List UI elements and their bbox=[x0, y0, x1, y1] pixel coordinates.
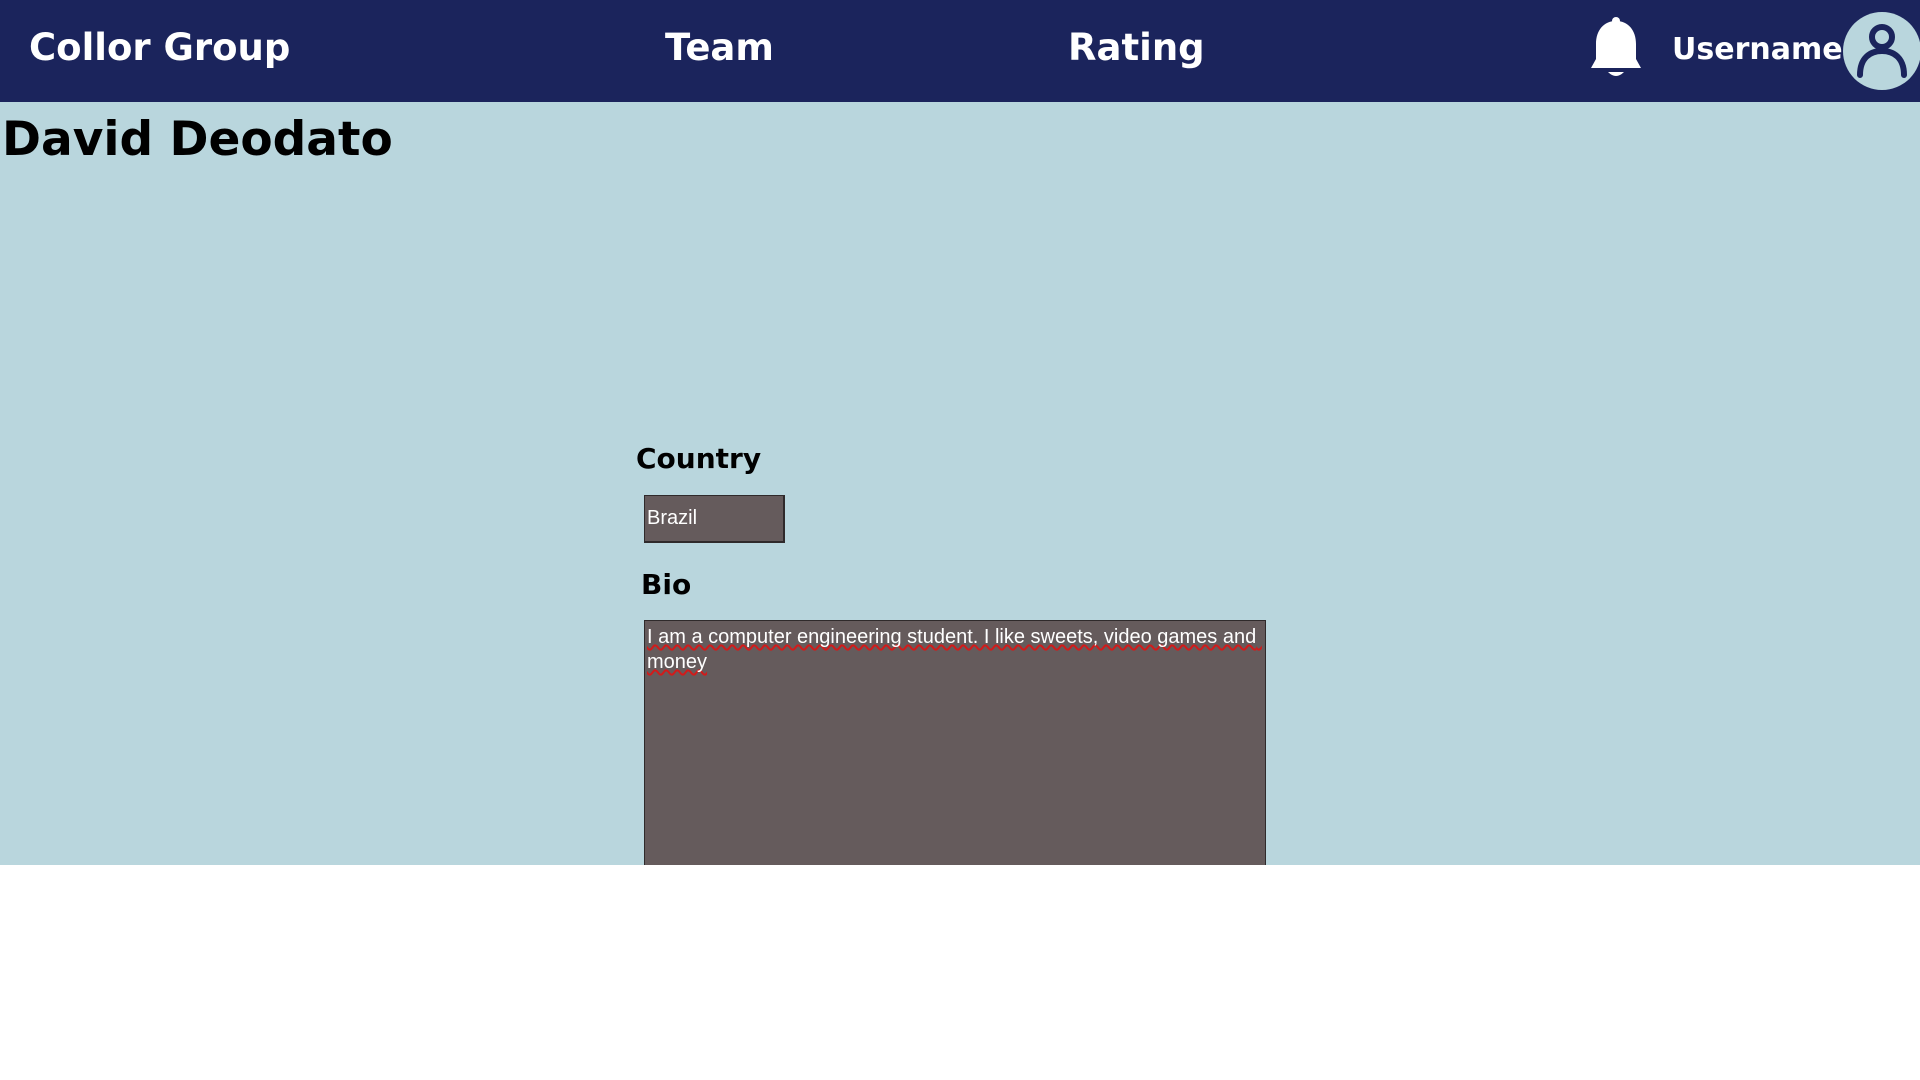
profile-name: David Deodato bbox=[2, 112, 393, 167]
bio-label: Bio bbox=[641, 568, 692, 601]
username-label: Username bbox=[1672, 32, 1843, 67]
empty-white-area bbox=[0, 865, 1920, 1080]
nav-team-link[interactable]: Team bbox=[665, 26, 774, 69]
profile-content: David Deodato Country Bio I am a compute… bbox=[0, 102, 1920, 865]
bio-textarea[interactable]: I am a computer engineering student. I l… bbox=[644, 620, 1266, 865]
profile-page: Collor Group Team Rating Username David … bbox=[0, 0, 1920, 1080]
nav-rating-link[interactable]: Rating bbox=[1068, 26, 1205, 69]
user-avatar-icon[interactable] bbox=[1843, 12, 1920, 90]
top-navbar: Collor Group Team Rating Username bbox=[0, 0, 1920, 102]
country-input[interactable] bbox=[644, 495, 785, 543]
bell-icon[interactable] bbox=[1588, 16, 1644, 82]
country-label: Country bbox=[636, 442, 762, 475]
brand-link[interactable]: Collor Group bbox=[29, 26, 290, 69]
